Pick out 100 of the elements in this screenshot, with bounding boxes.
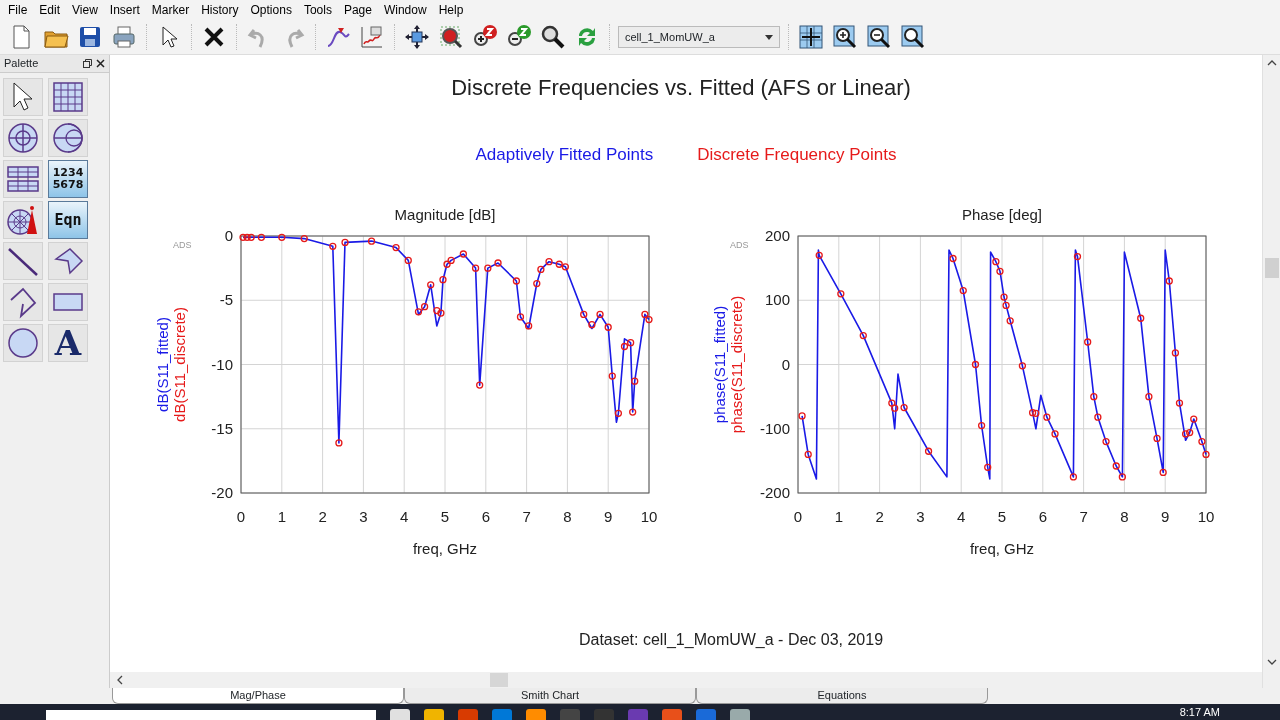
print-icon[interactable] (110, 23, 138, 51)
rectangle-tool[interactable] (48, 283, 88, 321)
antenna-plot-tool[interactable] (3, 201, 43, 239)
data-point (1101, 437, 1110, 445)
data-point (367, 237, 375, 245)
zoom-box-icon[interactable] (437, 23, 465, 51)
data-point (300, 234, 308, 242)
dataset-label: Dataset: cell_1_MomUW_a - Dec 03, 2019 (578, 629, 884, 650)
polygon-tool[interactable] (48, 242, 88, 280)
data-point (1073, 252, 1081, 260)
fit-grid-icon[interactable] (797, 23, 825, 51)
tick-label: 7 (1078, 507, 1088, 525)
magnifier-icon[interactable] (539, 23, 567, 51)
tick-label: 200 (764, 226, 790, 244)
tick-label: 6 (481, 507, 490, 525)
data-point (804, 450, 812, 458)
menu-item[interactable]: Tools (299, 1, 340, 19)
menu-item[interactable]: Marker (147, 1, 198, 19)
data-point (948, 254, 957, 262)
menu-item[interactable]: Page (339, 1, 380, 19)
equation-tool[interactable]: Eqn (48, 201, 88, 239)
smith-chart-tool[interactable] (48, 119, 88, 157)
chart-title: Phase [deg] (961, 205, 1042, 223)
polar-plot-tool[interactable] (3, 119, 43, 157)
close-icon[interactable] (96, 59, 105, 68)
text-tool[interactable]: A (48, 324, 88, 362)
axis-label: phase(S11_fitted) (710, 305, 728, 423)
menu-item[interactable]: History (197, 1, 247, 19)
data-point (614, 409, 622, 417)
tick-label: 1 (834, 507, 843, 525)
tick-label: 2 (874, 507, 884, 525)
axis-label: dB(S11_fitted) (153, 316, 171, 412)
grid-zoom-out-icon[interactable] (865, 23, 893, 51)
tick-label: 0 (781, 355, 790, 372)
menu-item[interactable]: Insert (105, 1, 148, 19)
tick-label: 8 (1119, 507, 1129, 525)
data-point (595, 310, 604, 318)
menu-item[interactable]: View (68, 1, 106, 19)
taskbar-search-field[interactable] (46, 710, 376, 720)
page-title: Discrete Frequencies vs. Fitted (AFS or Linear) (451, 74, 911, 102)
grid-zoom-in-icon[interactable] (831, 23, 859, 51)
line-tool[interactable] (3, 242, 43, 280)
legend-label: Discrete Frequency Points (697, 144, 897, 166)
data-point (512, 276, 520, 285)
grid-zoom-icon[interactable] (899, 23, 927, 51)
tick-label: -100 (759, 419, 790, 437)
data-point (815, 251, 823, 259)
tick-label: 10 (640, 507, 657, 525)
data-point (797, 411, 806, 420)
data-point (604, 323, 612, 331)
scrollbar-thumb[interactable] (1264, 257, 1279, 278)
chart-title: Magnitude [dB] (394, 205, 495, 223)
tick-label: 0 (793, 507, 802, 525)
axis-label: freq, GHz (969, 539, 1034, 557)
menu-item[interactable]: Help (434, 1, 472, 19)
dataset-dropdown[interactable]: cell_1_MomUW_a (618, 26, 780, 48)
data-point (1175, 398, 1183, 407)
scrollbar-thumb[interactable] (490, 673, 508, 687)
data-point (334, 438, 343, 447)
page-tab[interactable]: Mag/Phase (112, 688, 404, 704)
tick-label: -10 (210, 355, 233, 372)
tick-label: 3 (915, 507, 925, 525)
tick-label: 10 (1197, 507, 1214, 525)
circle-tool[interactable] (3, 324, 43, 362)
data-point (1112, 461, 1120, 470)
rectangular-plot-tool[interactable] (48, 78, 88, 116)
page-tab[interactable]: Smith Chart (404, 688, 696, 704)
tick-label: -15 (210, 419, 233, 437)
menu-item[interactable]: Window (379, 1, 435, 19)
page-tab[interactable]: Equations (696, 688, 988, 704)
data-point (1006, 316, 1014, 324)
data-point (991, 257, 1000, 265)
restore-icon[interactable] (83, 59, 92, 68)
tick-label: 3 (358, 507, 368, 525)
axis-label: phase(S11_discrete) (727, 295, 745, 433)
data-point (1197, 437, 1206, 445)
tick-label: 7 (521, 507, 531, 525)
tick-label: -20 (210, 483, 233, 501)
data-point (983, 463, 991, 471)
menu-item[interactable]: Options (246, 1, 300, 19)
data-point (1083, 337, 1091, 346)
data-point (587, 320, 596, 328)
data-point (924, 447, 932, 455)
tick-label: 4 (399, 507, 408, 525)
polyline-tool[interactable] (3, 283, 43, 321)
data-point (1136, 314, 1144, 322)
table-tool[interactable] (3, 160, 43, 198)
data-point (475, 380, 483, 389)
polar-plot-icon (5, 120, 41, 156)
data-point (836, 289, 844, 297)
data-point (257, 233, 265, 241)
data-point (1018, 361, 1026, 369)
menu-item[interactable]: File (4, 1, 36, 19)
data-point (628, 407, 636, 416)
menu-item[interactable]: Edit (35, 1, 69, 19)
list-plot-tool[interactable]: 1234 5678 (48, 160, 88, 198)
pointer-tool[interactable] (3, 78, 43, 116)
chart-tag: ADS (172, 239, 191, 250)
data-point (404, 256, 412, 264)
pan-icon[interactable] (403, 23, 431, 51)
